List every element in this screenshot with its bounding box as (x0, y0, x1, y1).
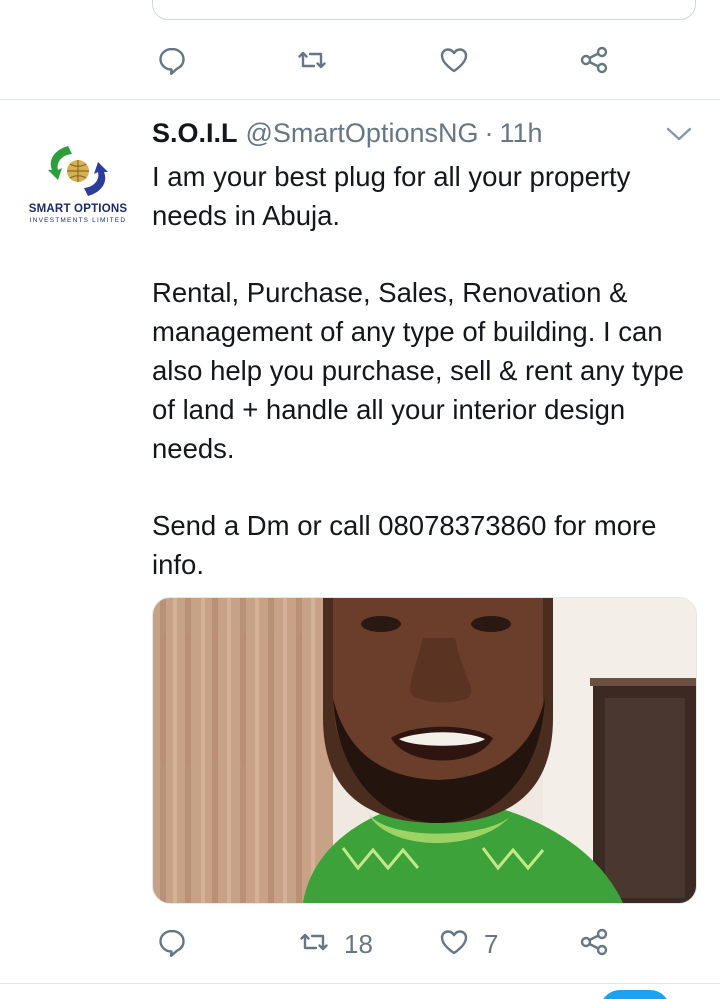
prev-tweet-action-bar (0, 40, 720, 84)
retweet-icon (298, 926, 330, 963)
retweet-button[interactable]: 18 (298, 922, 373, 966)
reply-icon (156, 44, 188, 81)
tweet-divider (0, 99, 720, 100)
prev-share-button[interactable] (578, 40, 610, 84)
retweet-count: 18 (344, 929, 373, 959)
reply-button[interactable] (156, 922, 202, 966)
tweet-action-bar: 18 7 (0, 922, 720, 966)
like-count: 7 (484, 929, 499, 959)
smart-options-logo-icon (48, 146, 108, 196)
heart-icon (438, 44, 470, 81)
reply-icon (156, 926, 188, 963)
logo-text: SMART OPTIONS (28, 203, 128, 215)
bottom-divider (0, 983, 720, 984)
separator-dot: · (484, 118, 494, 148)
tweet-media-photo[interactable] (152, 597, 697, 904)
prev-like-button[interactable] (438, 40, 470, 84)
logo-subtext: INVESTMENTS LIMITED (29, 217, 127, 224)
prev-retweet-button[interactable] (296, 40, 328, 84)
tweet-menu-button[interactable] (664, 124, 694, 144)
tweet-timestamp[interactable]: 11h (499, 118, 542, 149)
chevron-down-icon (666, 127, 692, 141)
share-button[interactable] (578, 922, 610, 966)
prev-tweet-media-card[interactable] (152, 0, 696, 20)
photo-image (153, 598, 696, 903)
tweet-header: S.O.I.L @SmartOptionsNG · 11h (152, 118, 543, 154)
timeline: SMART OPTIONS INVESTMENTS LIMITED S.O.I.… (0, 0, 720, 999)
display-name[interactable]: S.O.I.L (152, 118, 238, 149)
tweet-text: I am your best plug for all your propert… (152, 161, 684, 580)
compose-fab-button[interactable] (600, 990, 670, 999)
prev-reply-button[interactable] (156, 40, 188, 84)
avatar[interactable]: SMART OPTIONS INVESTMENTS LIMITED (28, 130, 128, 230)
share-icon (578, 44, 610, 81)
heart-icon (438, 926, 470, 963)
retweet-icon (296, 44, 328, 81)
user-handle[interactable]: @SmartOptionsNG (246, 118, 479, 149)
share-icon (578, 926, 610, 963)
like-button[interactable]: 7 (438, 922, 498, 966)
